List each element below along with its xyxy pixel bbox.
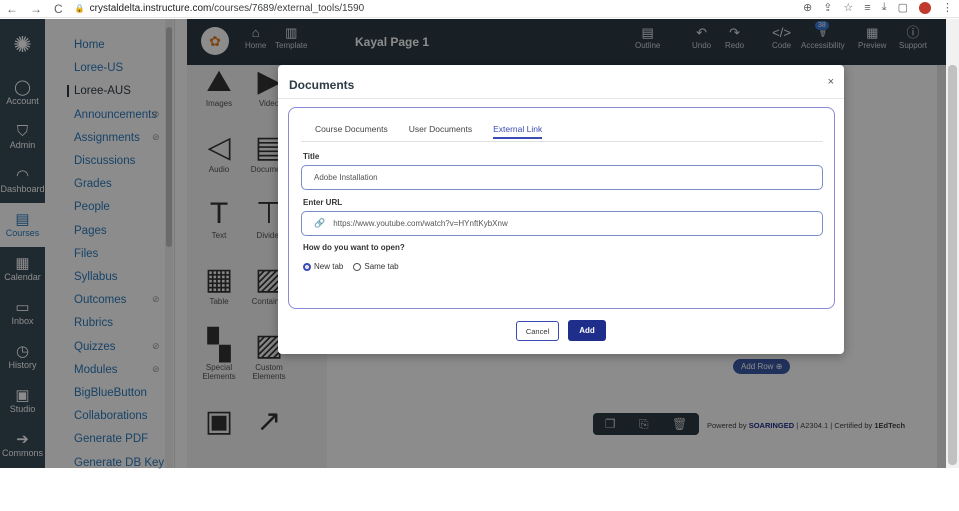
tab-course-documents[interactable]: Course Documents — [315, 124, 388, 139]
extensions-icon[interactable]: ≡ — [864, 2, 870, 14]
modal-title: Documents — [289, 78, 355, 92]
radio-new-tab[interactable]: New tab — [303, 262, 343, 271]
title-label: Title — [303, 152, 320, 161]
forward-icon[interactable]: → — [30, 2, 42, 16]
sidepanel-icon[interactable]: ▢ — [898, 1, 908, 14]
install-icon[interactable]: ⊕ — [803, 1, 812, 14]
add-button[interactable]: Add — [568, 320, 606, 341]
global-nav-cca[interactable]: ✓ CCA — [0, 467, 45, 511]
close-icon[interactable]: × — [828, 76, 834, 88]
url-field[interactable]: 🔗 https://www.youtube.com/watch?v=HYnftKy… — [301, 211, 823, 236]
radio-unselected-icon — [353, 262, 362, 271]
page-scrollbar[interactable] — [946, 19, 959, 468]
address-bar[interactable]: 🔒 crystaldelta.instructure.com/courses/7… — [75, 3, 365, 14]
lock-icon: 🔒 — [74, 4, 85, 13]
open-mode-options: New tab Same tab — [303, 262, 399, 271]
url-path: /courses/7689/external_tools/1590 — [211, 3, 365, 14]
link-icon: 🔗 — [314, 218, 326, 228]
external-link-panel: Course Documents User Documents External… — [288, 107, 835, 309]
download-icon[interactable]: ⤓ — [882, 1, 887, 14]
menu-icon[interactable]: ⋮ — [942, 1, 953, 14]
document-tabs: Course Documents User Documents External… — [315, 124, 543, 139]
url-host: crystaldelta.instructure.com — [89, 3, 212, 14]
documents-modal: Documents × Course Documents User Docume… — [278, 65, 844, 354]
share-icon[interactable]: ⇪ — [823, 1, 832, 14]
global-nav-label: CCA — [12, 492, 32, 502]
radio-same-tab[interactable]: Same tab — [353, 262, 399, 271]
star-icon[interactable]: ☆ — [843, 1, 853, 14]
cca-icon: ✓ — [16, 475, 29, 492]
title-field[interactable]: Adobe Installation — [301, 165, 823, 190]
browser-toolbar: ← → C 🔒 crystaldelta.instructure.com/cou… — [0, 0, 959, 18]
tab-external-link[interactable]: External Link — [493, 124, 543, 139]
modal-divider — [278, 98, 844, 99]
back-icon[interactable]: ← — [6, 2, 18, 16]
open-mode-label: How do you want to open? — [303, 243, 405, 252]
url-label: Enter URL — [303, 198, 343, 207]
reload-icon[interactable]: C — [54, 2, 63, 16]
profile-avatar[interactable] — [919, 1, 931, 14]
radio-selected-icon — [303, 262, 311, 271]
tab-divider — [301, 141, 823, 142]
tab-user-documents[interactable]: User Documents — [409, 124, 472, 139]
cancel-button[interactable]: Cancel — [516, 321, 559, 341]
